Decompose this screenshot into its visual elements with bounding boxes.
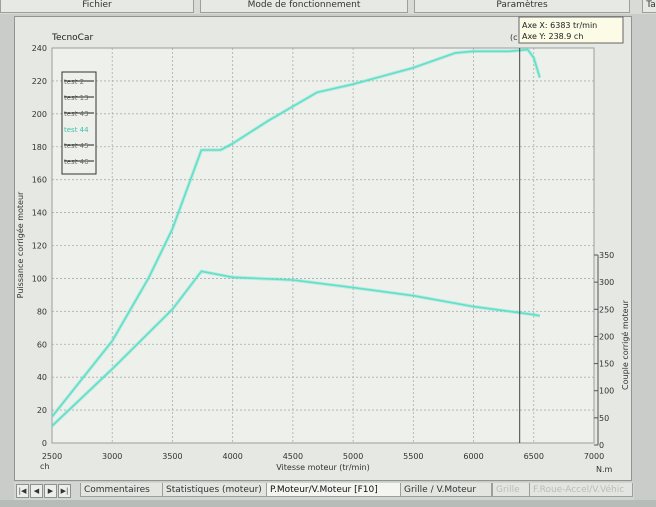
x-axis: 2500 3000 3500 4000 4500 5000 5500 6000 6500 7000 [42,452,604,461]
left-axis-label: Puissance corrigée moteur [15,191,25,298]
left-unit: ch [40,462,49,471]
tab-grille-v-moteur[interactable]: Grille / V.Moteur [400,483,492,497]
left-tick-label: 220 [32,77,47,86]
left-tick-label: 60 [37,340,47,349]
x-tick-label: 2500 [42,452,62,461]
right-tick-label: 350 [599,251,614,260]
right-tick-label: 250 [599,305,614,314]
tooltip-x-value: Axe X: 6383 tr/min [522,21,597,30]
x-axis-label: Vitesse moteur (tr/min) [276,463,369,472]
x-tick-label: 6000 [463,452,483,461]
tooltip-y-value: Axe Y: 238.9 ch [522,32,583,41]
x-tick-label: 7000 [584,452,604,461]
left-tick-label: 80 [37,307,47,316]
right-tick-label: 100 [599,387,614,396]
x-tick-label: 3000 [102,452,122,461]
right-tick-label: 150 [599,360,614,369]
left-tick-label: 0 [42,439,47,448]
legend-item-1[interactable]: test 2 [64,78,84,86]
left-tick-label: 100 [32,274,47,283]
tab-f-roue-accel[interactable]: F.Roue-Accel/V.Véhic [529,483,633,497]
x-tick-label: 5500 [403,452,423,461]
tab-grille[interactable]: Grille [492,483,530,497]
legend-item-6[interactable]: test 46 [64,158,89,166]
left-tick-label: 120 [32,242,47,251]
x-tick-label: 5000 [343,452,363,461]
legend-item-5[interactable]: test 45 [64,142,89,150]
left-tick-label: 180 [32,143,47,152]
first-tab-icon[interactable]: |◀ [16,484,29,498]
right-tick-label: 0 [599,441,604,450]
left-tick-label: 40 [37,373,47,382]
legend-item-2[interactable]: test 13 [64,94,89,102]
right-tick-label: 300 [599,278,614,287]
left-tick-label: 20 [37,406,47,415]
tab-statistiques[interactable]: Statistiques (moteur) [162,483,276,497]
right-tick-label: 200 [599,332,614,341]
x-tick-label: 4500 [283,452,303,461]
cursor-marker: (c [510,33,518,42]
left-tick-label: 160 [32,176,47,185]
x-tick-label: 3500 [162,452,182,461]
legend-item-3[interactable]: test 43 [64,110,89,118]
left-tick-label: 200 [32,110,47,119]
chart: TecnoCar (c 0 20 40 60 80 100 120 140 160 180 200 2… [15,16,630,474]
sheet-tab-bar: |◀ ◀ ▶ ▶| Commentaires Statistiques (mot… [14,482,634,500]
legend: test 2 test 13 test 43 test 44 test 45 t… [61,71,97,175]
right-unit: N.m [596,465,613,474]
legend-item-4[interactable]: test 44 [64,126,89,134]
brand-label: TecnoCar [51,33,93,43]
bottom-strip [0,500,656,507]
right-axis: 0 50 100 150 200 250 300 350 [594,251,614,450]
right-axis-label: Couple corrigé moteur [620,299,630,390]
left-tick-label: 140 [32,209,47,218]
left-axis: 0 20 40 60 80 100 120 140 160 180 200 220 240 [32,44,47,448]
x-tick-label: 4000 [222,452,242,461]
tab-commentaires[interactable]: Commentaires [80,483,164,497]
right-tick-label: 50 [599,414,609,423]
prev-tab-icon[interactable]: ◀ [30,484,43,498]
left-tick-label: 240 [32,44,47,53]
tab-p-moteur[interactable]: P.Moteur/V.Moteur [F10] [266,483,402,497]
last-tab-icon[interactable]: ▶| [58,484,71,498]
cursor-tooltip: Axe X: 6383 tr/min Axe Y: 238.9 ch [518,16,624,44]
x-tick-label: 6500 [524,452,544,461]
next-tab-icon[interactable]: ▶ [44,484,57,498]
